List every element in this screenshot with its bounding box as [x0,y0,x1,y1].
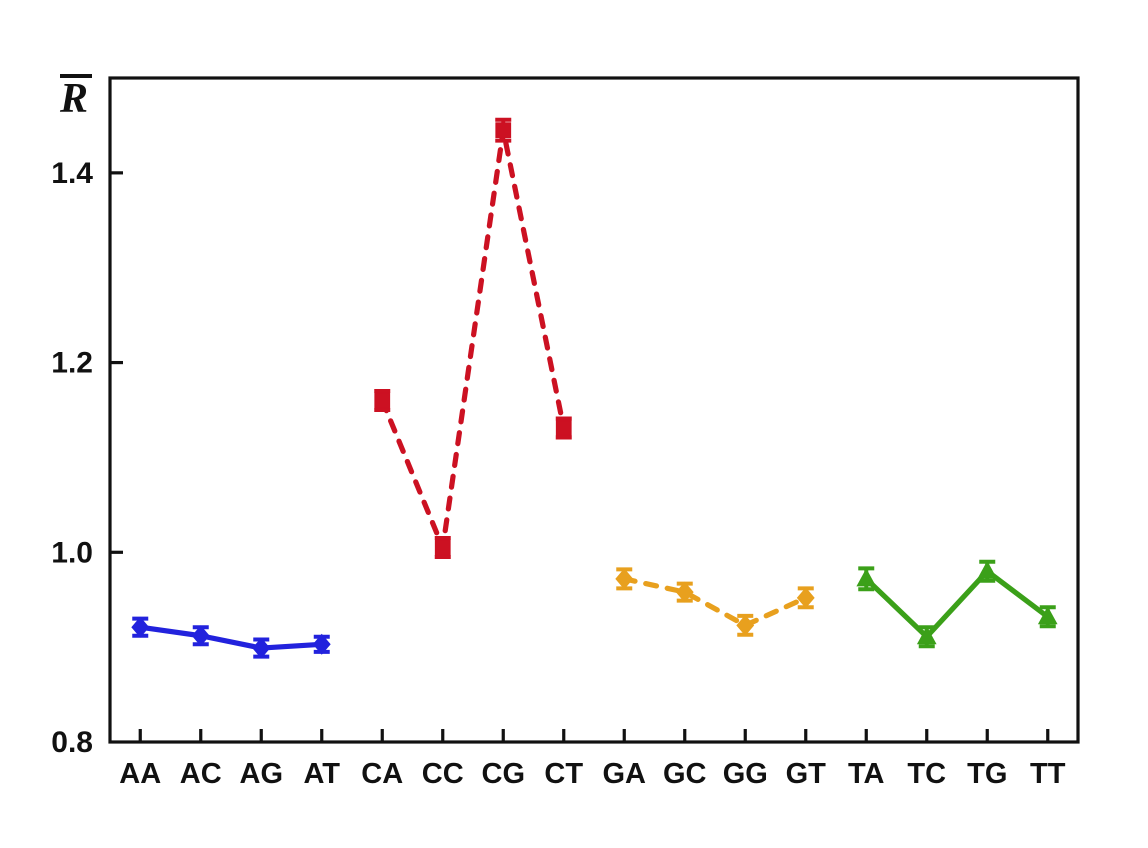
x-tick-label: TG [967,758,1007,790]
y-axis-title-text: R [59,76,88,122]
x-tick-label: AC [180,758,222,790]
y-axis-title: R [59,74,92,122]
x-tick-label: GC [663,758,707,790]
x-tick-label: TC [907,758,946,790]
chart-figure: 0.8 1.0 1.2 1.4 R AA AC AG AT CA CC CG CT GA GC GG GT TA T… [0,0,1148,848]
x-tick-label: CA [361,758,403,790]
y-tick-label: 1.4 [51,157,93,190]
x-tick-label: CC [422,758,464,790]
y-tick-label: 1.2 [51,347,93,380]
x-tick-label: GA [603,758,647,790]
x-tick-label: GT [786,758,827,790]
x-tick-label: AG [240,758,284,790]
x-tick-label: CG [482,758,526,790]
x-tick-label: AT [303,758,340,790]
y-tick-label: 0.8 [51,726,93,759]
x-tick-label: TT [1030,758,1066,790]
y-tick-label: 1.0 [51,536,93,569]
x-tick-label: TA [848,758,885,790]
chart-canvas: 0.8 1.0 1.2 1.4 R AA AC AG AT CA CC CG CT GA GC GG GT TA T… [51,74,1080,790]
x-tick-label: AA [119,758,161,790]
data-point-marker [555,420,572,436]
x-tick-label: CT [544,758,583,790]
x-tick-label: GG [723,758,768,790]
data-point-marker [495,122,512,139]
data-point-marker [374,392,391,409]
data-point-marker [434,539,451,556]
